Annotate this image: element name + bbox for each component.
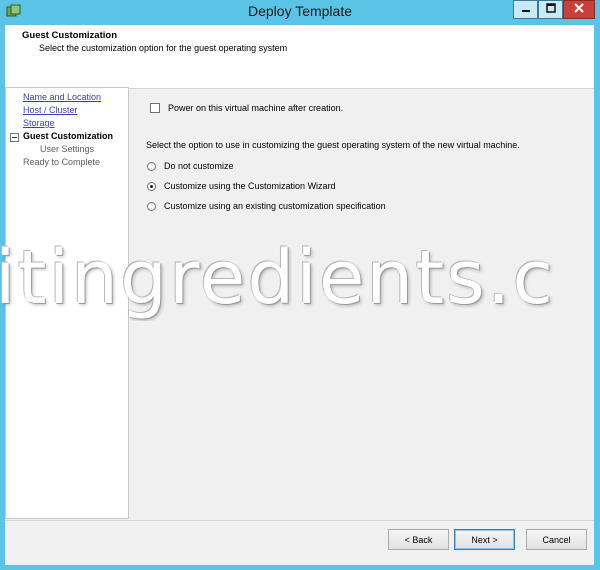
radio-label: Do not customize [164, 161, 234, 171]
close-icon [574, 3, 584, 16]
page-title: Guest Customization [22, 30, 118, 41]
close-button[interactable] [563, 0, 595, 19]
radio-button[interactable] [147, 201, 156, 211]
nav-step-storage[interactable]: Storage [23, 118, 55, 128]
wizard-header: Guest Customization Select the customiza… [5, 25, 594, 89]
power-on-option[interactable]: Power on this virtual machine after crea… [150, 103, 343, 113]
radio-option-customization-wizard[interactable]: Customize using the Customization Wizard [147, 181, 336, 191]
footer-divider [5, 520, 594, 521]
dialog-client-area: Guest Customization Select the customiza… [5, 25, 594, 565]
collapse-icon[interactable] [10, 133, 19, 142]
wizard-steps-nav: Name and Location Host / Cluster Storage… [5, 87, 129, 519]
maximize-button[interactable] [538, 0, 563, 19]
radio-option-existing-spec[interactable]: Customize using an existing customizatio… [147, 201, 386, 211]
nav-step-name-and-location[interactable]: Name and Location [23, 92, 101, 102]
back-button[interactable]: < Back [388, 529, 449, 550]
minimize-icon [521, 3, 531, 16]
nav-step-guest-customization: Guest Customization [23, 131, 114, 141]
window-title: Deploy Template [247, 3, 353, 19]
wizard-content: Power on this virtual machine after crea… [130, 87, 594, 519]
power-on-checkbox[interactable] [150, 103, 160, 113]
nav-step-user-settings: User Settings [40, 144, 95, 154]
title-bar[interactable]: Deploy Template [0, 0, 600, 25]
radio-button-selected[interactable] [147, 181, 156, 191]
page-subtitle: Select the customization option for the … [39, 43, 288, 53]
radio-label: Customize using the Customization Wizard [164, 181, 336, 191]
power-on-label: Power on this virtual machine after crea… [168, 103, 344, 113]
minimize-button[interactable] [513, 0, 538, 19]
radio-option-do-not-customize[interactable]: Do not customize [147, 161, 234, 171]
nav-step-host-cluster[interactable]: Host / Cluster [23, 105, 78, 115]
radio-label: Customize using an existing customizatio… [164, 201, 386, 211]
radio-button[interactable] [147, 161, 156, 171]
next-button[interactable]: Next > [454, 529, 515, 550]
customization-prompt: Select the option to use in customizing … [146, 140, 520, 150]
nav-step-ready-to-complete: Ready to Complete [23, 157, 101, 167]
cancel-button[interactable]: Cancel [526, 529, 587, 550]
maximize-icon [545, 3, 556, 16]
